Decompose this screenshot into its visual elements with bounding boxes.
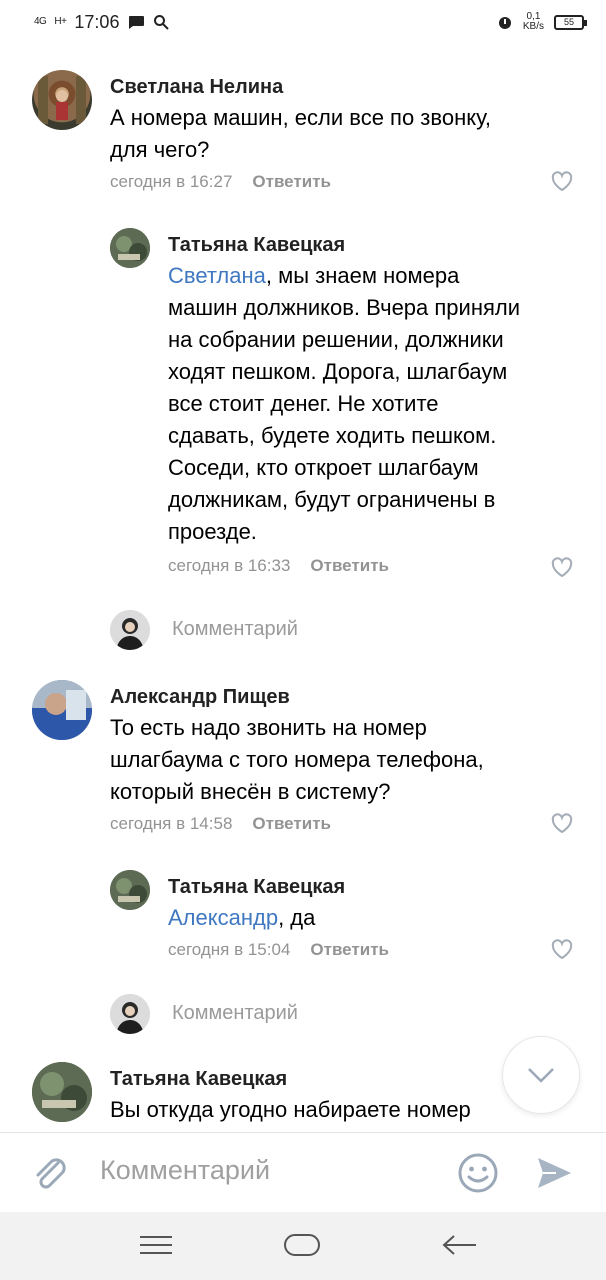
signal-hplus-indicator: H+ [54,16,67,27]
scroll-down-button[interactable] [502,1036,580,1114]
back-icon[interactable] [440,1230,480,1260]
menu-icon[interactable] [136,1230,176,1260]
comment-author[interactable]: Татьяна Кавецкая [168,876,345,899]
comments-feed[interactable]: Светлана Нелина А номера машин, если все… [0,44,606,1132]
reply-button[interactable]: Ответить [252,814,331,834]
comment-composer: Комментарий [0,1132,606,1212]
comment-author[interactable]: Татьяна Кавецкая [110,1068,287,1091]
comment-author[interactable]: Татьяна Кавецкая [168,234,345,257]
comment-text: А номера машин, если все по звонку, для … [110,105,492,162]
mention-link[interactable]: Александр [168,905,278,930]
network-speed: 0,1 KB/s [522,11,544,32]
reply-button[interactable]: Ответить [310,556,389,576]
comment-text: Вы откуда угодно набираете номер [110,1097,471,1122]
comment-text: Светлана, мы знаем номера машин должнико… [168,263,521,544]
avatar[interactable] [32,1062,92,1122]
heart-icon[interactable] [550,812,574,834]
comment-meta: сегодня в 16:33 Ответить [168,556,389,576]
comment-meta: сегодня в 16:27 Ответить [110,172,331,192]
reply-comment-placeholder[interactable]: Комментарий [172,1002,298,1025]
comment-input[interactable]: Комментарий [100,1155,270,1186]
home-icon[interactable] [282,1230,322,1260]
heart-icon[interactable] [550,556,574,578]
avatar[interactable] [32,680,92,740]
heart-icon[interactable] [550,170,574,192]
chevron-down-icon [528,1068,554,1083]
search-notification-icon [154,15,170,30]
comment-text: То есть надо звонить на номер шлагбаума … [110,715,484,804]
attach-icon[interactable] [30,1153,70,1193]
battery-indicator: 55 [554,14,587,30]
comment-time: сегодня в 16:27 [110,172,233,191]
comment-author[interactable]: Светлана Нелина [110,76,283,99]
send-icon[interactable] [534,1153,574,1193]
reply-comment-row[interactable]: Комментарий [0,610,606,658]
reply-comment-row[interactable]: Комментарий [0,994,606,1042]
reply-comment-placeholder[interactable]: Комментарий [172,618,298,641]
comment-author[interactable]: Александр Пищев [110,686,290,709]
comment-text: Александр, да [168,905,316,930]
mention-link[interactable]: Светлана [168,263,266,288]
reply-button[interactable]: Ответить [310,940,389,960]
emoji-icon[interactable] [456,1151,500,1195]
avatar[interactable] [110,228,150,268]
current-user-avatar [110,994,150,1034]
message-notification-icon [129,16,145,29]
comment-time: сегодня в 14:58 [110,814,233,833]
comment-meta: сегодня в 15:04 Ответить [168,940,389,960]
signal-4g-indicator: 4G [34,16,47,27]
alarm-icon [498,17,511,29]
system-navigation-bar [0,1212,606,1280]
comment-meta: сегодня в 14:58 Ответить [110,814,331,834]
comment-time: сегодня в 16:33 [168,556,291,575]
heart-icon[interactable] [550,938,574,960]
current-user-avatar [110,610,150,650]
comment-time: сегодня в 15:04 [168,940,291,959]
reply-button[interactable]: Ответить [252,172,331,192]
status-bar: 4G H+ 17:06 0,1 KB/s 55 [0,0,606,44]
avatar[interactable] [32,70,92,130]
clock: 17:06 [74,11,120,32]
avatar[interactable] [110,870,150,910]
